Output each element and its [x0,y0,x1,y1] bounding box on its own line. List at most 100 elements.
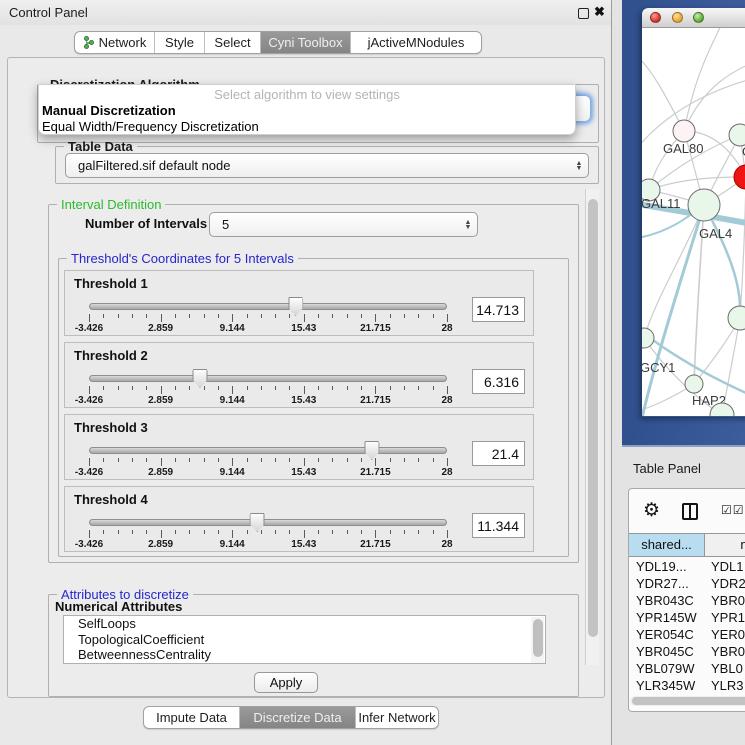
slider-track[interactable] [89,375,447,382]
node-label-gcy1: GCY1 [642,360,675,375]
zoom-traffic-light[interactable] [693,12,704,23]
cell-name[interactable]: YBR0 [705,643,745,660]
slider-track[interactable] [89,519,447,526]
threshold-block-1: Threshold 1 -3.4262.8599.14415.4321.71528… [64,270,534,336]
slider-scale-labels: -3.4262.8599.14415.4321.71528 [89,467,447,478]
table-header-row: shared... n [629,533,745,557]
attributes-scrollbar[interactable] [531,617,544,664]
apply-button[interactable]: Apply [254,672,318,693]
network-node-gal80[interactable] [673,120,695,142]
table-data-combobox[interactable]: galFiltered.sif default node ▲▼ [65,153,589,178]
network-edge[interactable] [684,28,722,131]
threshold-label: Threshold 3 [74,420,148,435]
threshold-block-2: Threshold 2-3.4262.8599.14415.4321.71528… [64,342,534,408]
network-window-titlebar[interactable] [642,8,745,28]
attribute-list-item[interactable]: TopologicalCoefficient [64,632,545,648]
number-of-intervals-combobox[interactable]: 5 ▲▼ [209,212,478,237]
tab-infer-network[interactable]: Infer Network [356,707,438,728]
cell-name[interactable]: YPR1 [705,609,745,626]
tab-style[interactable]: Style [155,32,205,53]
cell-shared-name[interactable]: YDR27... [629,575,705,592]
threshold-slider[interactable]: -3.4262.8599.14415.4321.71528 [89,515,447,549]
node-label-gal80: GAL80 [663,141,703,156]
dropdown-hint-option[interactable]: Select algorithm to view settings [39,87,575,103]
panel-vertical-scrollbar[interactable] [585,189,599,665]
threshold-block-4: Threshold 4-3.4262.8599.14415.4321.71528… [64,486,534,552]
slider-track[interactable] [89,303,447,310]
network-edge[interactable] [740,177,745,318]
cell-name[interactable]: YDL1 [705,558,745,575]
column-header-shared-name[interactable]: shared... [629,534,705,556]
table-panel: ⚙ ☑☑ shared... n YDL19...YDL1YDR27...YDR… [628,488,745,712]
threshold-slider[interactable]: -3.4262.8599.14415.4321.71528 [89,299,447,333]
network-node-ga[interactable] [729,124,745,146]
threshold-value-field[interactable]: 6.316 [472,369,525,394]
threshold-label: Threshold 1 [74,276,148,291]
network-canvas[interactable]: GAL80GACGAL11GAL4GCY1HHAP2 [642,28,745,416]
scrollbar-thumb[interactable] [533,619,543,657]
close-traffic-light[interactable] [650,12,661,23]
tab-select[interactable]: Select [205,32,261,53]
scrollbar-thumb[interactable] [588,199,598,637]
network-edge[interactable] [642,56,684,131]
column-header-name[interactable]: n [705,534,745,556]
gear-icon[interactable]: ⚙ [643,501,660,520]
threshold-value-field[interactable]: 11.344 [472,513,525,538]
cell-shared-name[interactable]: YBL079W [629,660,705,677]
cell-name[interactable]: YER0 [705,626,745,643]
cell-shared-name[interactable]: YPR145W [629,609,705,626]
network-node-gal4[interactable] [688,189,720,221]
dropdown-option[interactable]: Equal Width/Frequency Discretization [39,119,575,135]
tab-label: Select [214,35,250,50]
cell-shared-name[interactable]: YLR345W [629,677,705,694]
tab-jactivemnodules[interactable]: jActiveMNodules [351,32,481,53]
tab-impute-data[interactable]: Impute Data [144,707,240,728]
cell-shared-name[interactable]: YBR043C [629,592,705,609]
node-label-gal4: GAL4 [699,226,732,241]
checkbox-filter-icons[interactable]: ☑☑ [721,503,745,517]
table-row[interactable]: YDR27...YDR2 [629,575,745,592]
tab-label: Infer Network [358,710,435,725]
tab-discretize-data[interactable]: Discretize Data [240,707,356,728]
control-panel-title: Control Panel [9,5,88,20]
threshold-value-field[interactable]: 21.4 [472,441,525,466]
table-horizontal-scrollbar[interactable] [630,696,745,706]
attribute-list-item[interactable]: SelfLoops [64,616,545,632]
cell-name[interactable]: YBR0 [705,592,745,609]
tab-label: Cyni Toolbox [268,35,342,50]
numerical-attributes-list[interactable]: SelfLoopsTopologicalCoefficientBetweenne… [63,615,546,664]
table-row[interactable]: YDL19...YDL1 [629,558,745,575]
minimize-traffic-light[interactable] [672,12,683,23]
table-row[interactable]: YBR043CYBR0 [629,592,745,609]
cell-shared-name[interactable]: YBR045C [629,643,705,660]
threshold-slider[interactable]: -3.4262.8599.14415.4321.71528 [89,443,447,477]
table-row[interactable]: YER054CYER0 [629,626,745,643]
dropdown-option[interactable]: Manual Discretization [39,103,575,119]
attribute-list-item[interactable]: BetweennessCentrality [64,647,545,663]
tab-cyni-toolbox[interactable]: Cyni Toolbox [261,32,351,53]
threshold-value-field[interactable]: 14.713 [472,297,525,322]
network-node-c[interactable] [734,165,745,189]
tab-label: Discretize Data [253,710,341,725]
network-view-window: GAL80GACGAL11GAL4GCY1HHAP2 [642,8,745,417]
close-icon[interactable]: ✖ [594,4,605,20]
threshold-slider[interactable]: -3.4262.8599.14415.4321.71528 [89,371,447,405]
cell-name[interactable]: YLR3 [705,677,745,694]
tab-label: jActiveMNodules [368,35,465,50]
float-window-icon[interactable] [578,8,589,19]
scrollbar-thumb[interactable] [632,697,745,705]
cell-name[interactable]: YDR2 [705,575,745,592]
cell-shared-name[interactable]: YDL19... [629,558,705,575]
cell-name[interactable]: YBL0 [705,660,745,677]
table-row[interactable]: YBL079WYBL0 [629,660,745,677]
tab-network[interactable]: Network [75,32,155,53]
network-node-hap2[interactable] [685,375,703,393]
column-layout-icon[interactable] [682,503,698,520]
slider-track[interactable] [89,447,447,454]
network-node-h[interactable] [728,306,745,330]
table-row[interactable]: YBR045CYBR0 [629,643,745,660]
cell-shared-name[interactable]: YER054C [629,626,705,643]
network-node-gcy1[interactable] [642,328,654,348]
table-row[interactable]: YLR345WYLR3 [629,677,745,694]
table-row[interactable]: YPR145WYPR1 [629,609,745,626]
